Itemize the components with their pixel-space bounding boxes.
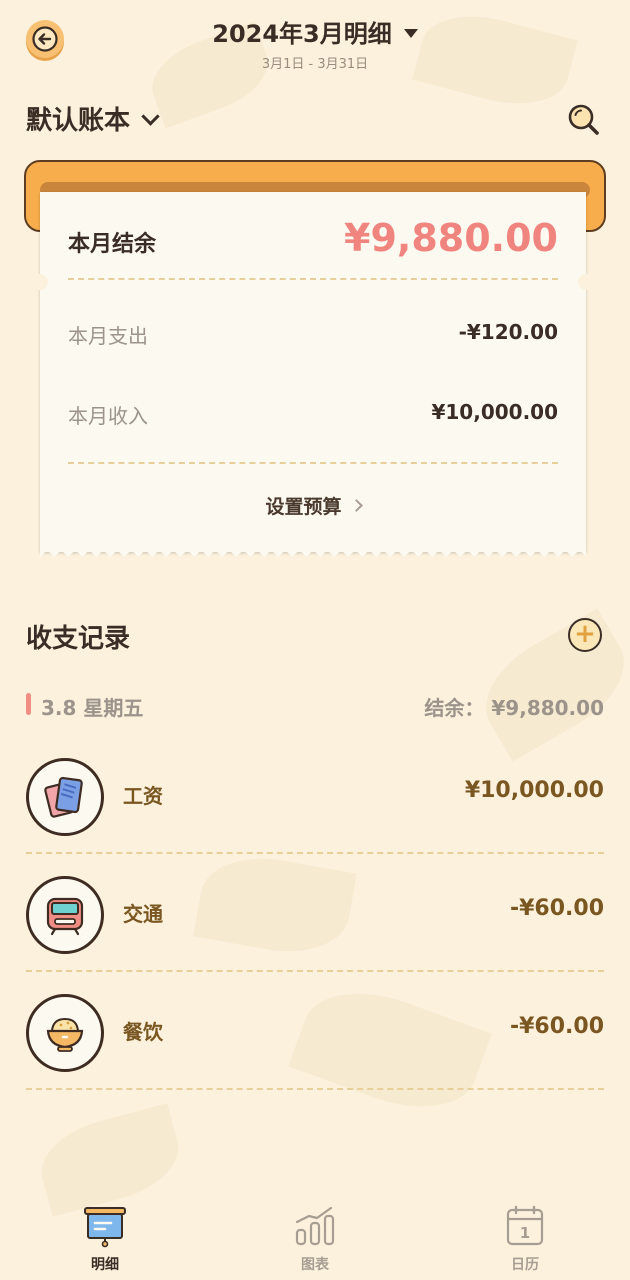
divider bbox=[68, 462, 558, 464]
tab-charts[interactable]: 图表 bbox=[255, 1196, 375, 1274]
summary-card: 本月结余 ¥9,880.00 本月支出 -¥120.00 本月收入 ¥10,00… bbox=[32, 192, 594, 552]
income-value: ¥10,000.00 bbox=[431, 400, 558, 424]
expense-value: -¥120.00 bbox=[458, 320, 558, 344]
tab-details[interactable]: 明细 bbox=[45, 1196, 165, 1274]
book-name: 默认账本 bbox=[26, 106, 131, 136]
page-title: 2024年3月明细 bbox=[212, 20, 392, 48]
chevron-right-icon bbox=[349, 499, 363, 512]
record-amount: ¥10,000.00 bbox=[464, 778, 604, 803]
chart-icon bbox=[295, 1206, 335, 1246]
income-label: 本月收入 bbox=[68, 404, 148, 428]
set-budget-label: 设置预算 bbox=[265, 496, 342, 518]
divider bbox=[68, 278, 558, 280]
chevron-down-icon bbox=[141, 107, 160, 126]
record-category: 工资 bbox=[123, 784, 163, 808]
expense-label: 本月支出 bbox=[68, 324, 148, 348]
add-record-button[interactable]: + bbox=[568, 618, 602, 652]
month-selector[interactable]: 2024年3月明细 3月1日 - 3月31日 bbox=[0, 14, 630, 72]
divider bbox=[26, 852, 604, 854]
list-item[interactable]: 交通 -¥60.00 bbox=[26, 864, 604, 982]
train-icon bbox=[26, 876, 104, 954]
tab-label: 图表 bbox=[301, 1257, 329, 1273]
date-range: 3月1日 - 3月31日 bbox=[261, 57, 369, 72]
balance-value: ¥9,880.00 bbox=[344, 216, 558, 260]
day-balance: 结余： ¥9,880.00 bbox=[424, 696, 604, 720]
day-header: 3.8 星期五 结余： ¥9,880.00 bbox=[26, 690, 604, 720]
header: 2024年3月明细 3月1日 - 3月31日 bbox=[0, 0, 630, 80]
record-amount: -¥60.00 bbox=[509, 896, 604, 921]
set-budget-link[interactable]: 设置预算 bbox=[40, 492, 586, 519]
rice-bowl-icon bbox=[26, 994, 104, 1072]
balance-label: 本月结余 bbox=[68, 232, 157, 257]
background-leaf bbox=[467, 608, 630, 762]
record-category: 交通 bbox=[123, 902, 163, 926]
book-row: 默认账本 bbox=[26, 100, 604, 144]
date-marker bbox=[26, 693, 31, 715]
card-icon bbox=[26, 758, 104, 836]
tab-label: 日历 bbox=[511, 1257, 539, 1273]
divider bbox=[26, 970, 604, 972]
board-icon bbox=[84, 1207, 126, 1248]
caret-down-icon bbox=[403, 29, 418, 38]
card-notch bbox=[578, 274, 594, 290]
divider bbox=[26, 1088, 604, 1090]
day-date: 3.8 星期五 bbox=[41, 696, 144, 720]
receipt-edge bbox=[40, 543, 586, 557]
tab-calendar[interactable]: 1 日历 bbox=[465, 1196, 585, 1274]
calendar-icon: 1 bbox=[506, 1205, 544, 1246]
card-notch bbox=[32, 274, 48, 290]
search-icon[interactable] bbox=[564, 100, 604, 140]
records-title: 收支记录 bbox=[26, 624, 131, 654]
bottom-tab-bar: 明细 图表 1 日历 bbox=[0, 1196, 630, 1280]
list-item[interactable]: 工资 ¥10,000.00 bbox=[26, 746, 604, 864]
book-selector[interactable]: 默认账本 bbox=[26, 106, 160, 136]
record-category: 餐饮 bbox=[123, 1020, 163, 1044]
tab-label: 明细 bbox=[91, 1257, 119, 1273]
svg-text:1: 1 bbox=[520, 1224, 530, 1242]
list-item[interactable]: 餐饮 -¥60.00 bbox=[26, 982, 604, 1100]
plus-icon: + bbox=[574, 618, 596, 649]
record-amount: -¥60.00 bbox=[509, 1014, 604, 1039]
